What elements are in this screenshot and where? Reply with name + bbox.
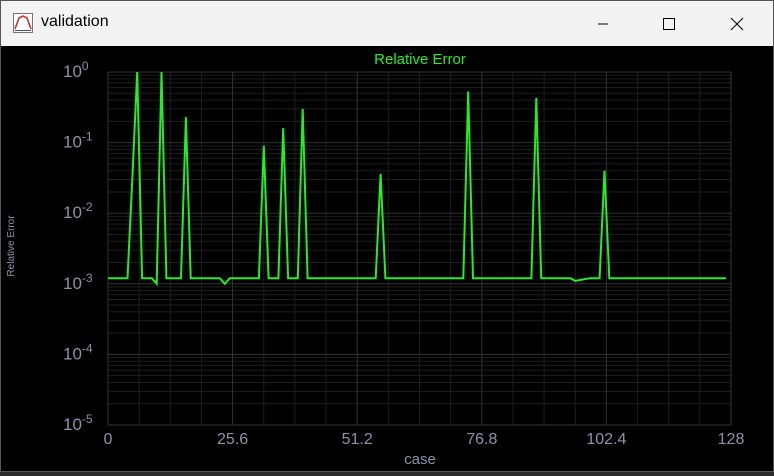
y-tick-labels: 100 10-1 10-2 10-3 10-4 10-5	[63, 59, 93, 434]
y-tick-label: 10-5	[63, 412, 93, 434]
minimize-icon	[598, 23, 608, 24]
chart-title: Relative Error	[374, 51, 466, 68]
close-icon	[730, 17, 744, 30]
y-tick-label: 10-3	[63, 271, 93, 293]
title-bar[interactable]: validation	[1, 1, 773, 46]
x-tick-label: 102.4	[586, 431, 626, 448]
x-tick-label: 0	[104, 431, 113, 448]
grid	[107, 71, 732, 426]
plot-area: Relative Error Relative Error case 100 10…	[1, 46, 773, 471]
app-chart-icon	[13, 13, 33, 33]
close-button[interactable]	[714, 1, 760, 46]
x-tick-label: 51.2	[342, 431, 373, 448]
x-tick-label: 76.8	[466, 431, 497, 448]
minimize-button[interactable]	[580, 1, 626, 46]
y-tick-label: 100	[63, 59, 89, 81]
series-line	[108, 71, 727, 287]
y-tick-label: 10-4	[63, 341, 93, 363]
x-tick-label: 128	[718, 431, 745, 448]
y-tick-label: 10-1	[63, 130, 93, 152]
relative-error-chart: Relative Error Relative Error case 10010…	[6, 51, 745, 468]
app-window: validation Relative Error Relative Error…	[0, 0, 774, 472]
y-axis-label: Relative Error	[6, 215, 17, 277]
x-tick-label: 25.6	[217, 431, 248, 448]
maximize-icon	[663, 17, 675, 30]
window-title: validation	[41, 13, 109, 30]
y-tick-label: 10-2	[63, 200, 93, 222]
x-tick-labels: 0 25.6 51.2 76.8 102.4 128	[104, 431, 745, 448]
maximize-button[interactable]	[646, 1, 692, 46]
x-axis-label: case	[404, 451, 436, 468]
